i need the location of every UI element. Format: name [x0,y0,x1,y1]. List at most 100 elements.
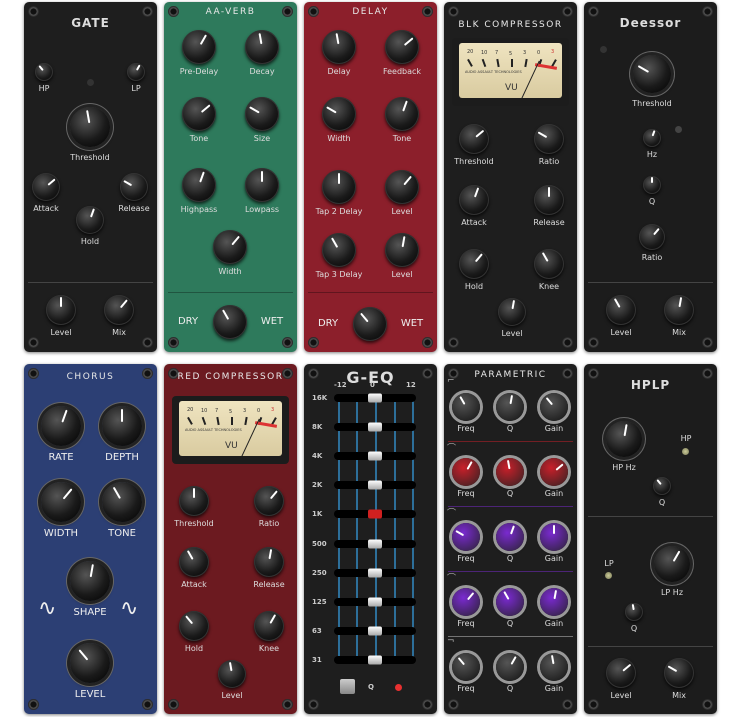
filter-shape-icon: ¬ [447,636,455,646]
knob-mix[interactable] [104,295,134,325]
panel-title: RED COMPRESSOR [177,372,284,382]
knob-q[interactable] [625,603,643,621]
knob-attack[interactable] [32,173,60,201]
knob-gain[interactable] [540,458,568,486]
vu-meter: 20 10 7 5 3 0 3 AUDIO ASSAULT TECHNOLOGIES VU [452,38,569,106]
knob-delay[interactable] [322,30,356,64]
knob-hp-hz[interactable] [606,421,642,457]
eq-slider-thumb[interactable] [368,539,382,548]
knob-indicator [331,237,339,248]
knob-level[interactable] [606,295,636,325]
knob-threshold[interactable] [179,486,209,516]
knob-freq[interactable] [452,588,480,616]
knob-dry-wet[interactable] [213,305,247,339]
knob-q[interactable] [496,393,524,421]
knob-highpass[interactable] [182,168,216,202]
knob-level[interactable] [70,643,110,683]
knob-hz[interactable] [643,129,661,147]
knob-tone[interactable] [385,97,419,131]
eq-slider-thumb[interactable] [368,509,382,519]
knob-hp[interactable] [35,63,53,81]
knob-size[interactable] [245,97,279,131]
eq-slider-thumb[interactable] [368,422,382,432]
knob-dry-wet[interactable] [353,307,387,341]
eq-band-label: 125 [312,597,327,606]
knob-release[interactable] [534,185,564,215]
band-divider [448,571,573,572]
knob-release[interactable] [120,173,148,201]
knob-rate[interactable] [41,406,81,446]
knob-q[interactable] [496,523,524,551]
q-button[interactable] [340,679,355,694]
knob-q[interactable] [496,653,524,681]
knob-release[interactable] [254,547,284,577]
knob-tap-3-delay[interactable] [322,233,356,267]
knob-q[interactable] [496,588,524,616]
knob-q[interactable] [653,477,671,495]
knob-threshold[interactable] [633,55,671,93]
knob-gain[interactable] [540,523,568,551]
knob-freq[interactable] [452,458,480,486]
knob-indicator [136,64,141,71]
knob-indicator [403,175,412,186]
knob-tap-2-delay[interactable] [322,170,356,204]
knob-ratio[interactable] [534,124,564,154]
knob-width[interactable] [41,482,81,522]
eq-slider-thumb[interactable] [368,451,382,461]
knob-label: Freq [457,489,475,498]
knob-level[interactable] [385,233,419,267]
knob-indicator [631,604,635,611]
eq-slider-thumb[interactable] [368,393,382,403]
knob-width[interactable] [322,97,356,131]
knob-knee[interactable] [254,611,284,641]
lp-led[interactable] [605,572,612,579]
knob-freq[interactable] [452,523,480,551]
knob-knee[interactable] [534,249,564,279]
knob-level[interactable] [385,170,419,204]
knob-label: Gain [544,619,564,628]
knob-mix[interactable] [664,658,694,688]
knob-level[interactable] [606,658,636,688]
knob-ratio[interactable] [639,224,665,250]
eq-slider-thumb[interactable] [368,568,382,578]
eq-slider-thumb[interactable] [368,597,382,607]
knob-q[interactable] [496,458,524,486]
hp-led[interactable] [682,448,689,455]
vu-scale-label: 10 [481,49,488,56]
knob-label: Q [506,424,514,433]
knob-attack[interactable] [459,185,489,215]
knob-lp[interactable] [127,63,145,81]
knob-gain[interactable] [540,653,568,681]
knob-level[interactable] [218,660,246,688]
knob-depth[interactable] [102,406,142,446]
knob-hold[interactable] [179,611,209,641]
knob-level[interactable] [498,298,526,326]
knob-feedback[interactable] [385,30,419,64]
knob-freq[interactable] [452,393,480,421]
knob-hold[interactable] [76,206,104,234]
knob-q[interactable] [643,176,661,194]
knob-attack[interactable] [179,547,209,577]
knob-lp-hz[interactable] [654,546,690,582]
knob-width[interactable] [213,230,247,264]
eq-slider-thumb[interactable] [368,626,382,636]
knob-threshold[interactable] [459,124,489,154]
knob-shape[interactable] [70,561,110,601]
eq-slider-thumb[interactable] [368,655,382,665]
knob-threshold[interactable] [70,107,110,147]
vu-tick [481,58,486,68]
knob-level[interactable] [46,295,76,325]
knob-decay[interactable] [245,30,279,64]
knob-tone[interactable] [182,97,216,131]
knob-gain[interactable] [540,393,568,421]
eq-slider-thumb[interactable] [368,480,382,490]
knob-tone[interactable] [102,482,142,522]
knob-ratio[interactable] [254,486,284,516]
knob-pre-delay[interactable] [182,30,216,64]
knob-gain[interactable] [540,588,568,616]
knob-lowpass[interactable] [245,168,279,202]
knob-hold[interactable] [459,249,489,279]
knob-mix[interactable] [664,295,694,325]
knob-freq[interactable] [452,653,480,681]
knob-indicator [258,32,263,44]
